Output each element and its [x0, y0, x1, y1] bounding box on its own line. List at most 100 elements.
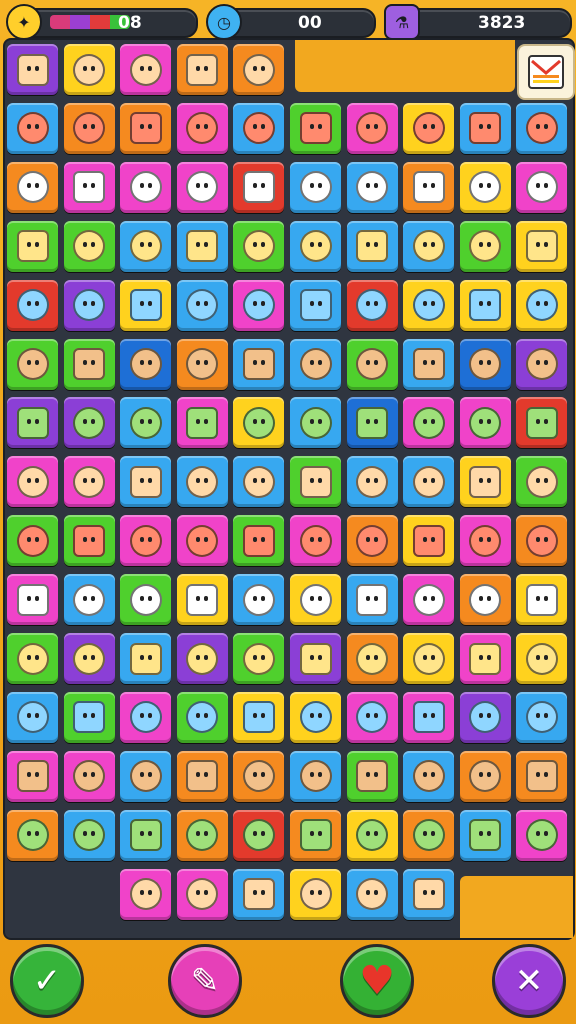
- board-tile[interactable]: [120, 691, 172, 743]
- board-tile[interactable]: [346, 397, 398, 449]
- board-tile[interactable]: [403, 809, 455, 861]
- board-tile[interactable]: [516, 161, 568, 213]
- board-tile[interactable]: [233, 44, 285, 95]
- board-tile[interactable]: [7, 809, 58, 861]
- board-tile[interactable]: [290, 515, 341, 567]
- board-tile[interactable]: [176, 338, 228, 390]
- board-tile[interactable]: [516, 338, 568, 390]
- board-tile[interactable]: [346, 750, 398, 802]
- board-tile[interactable]: [176, 397, 228, 449]
- board-tile[interactable]: [516, 750, 568, 802]
- board-tile[interactable]: [346, 220, 398, 272]
- board-tile[interactable]: [346, 102, 398, 154]
- board-tile[interactable]: [516, 279, 568, 331]
- board-tile[interactable]: [63, 809, 115, 861]
- close-button[interactable]: ✕: [492, 944, 566, 1018]
- board-tile[interactable]: [290, 574, 341, 626]
- board-tile[interactable]: [516, 633, 568, 684]
- board-tile[interactable]: [459, 102, 511, 154]
- board-tile[interactable]: [63, 750, 115, 802]
- board-tile[interactable]: [120, 574, 172, 626]
- board-tile[interactable]: [346, 515, 398, 567]
- board-tile[interactable]: [233, 515, 285, 567]
- board-tile[interactable]: [176, 102, 228, 154]
- board-tile[interactable]: [63, 397, 115, 449]
- board-tile[interactable]: [459, 397, 511, 449]
- board-tile[interactable]: [346, 809, 398, 861]
- board-tile[interactable]: [459, 809, 511, 861]
- board-tile[interactable]: [63, 456, 115, 508]
- board-tile[interactable]: [7, 220, 58, 272]
- board-tile[interactable]: [7, 44, 58, 95]
- board-tile[interactable]: [290, 750, 341, 802]
- board-tile[interactable]: [176, 279, 228, 331]
- board-tile[interactable]: [7, 102, 58, 154]
- board-tile[interactable]: [403, 691, 455, 743]
- board-tile[interactable]: [516, 220, 568, 272]
- board-tile[interactable]: [176, 809, 228, 861]
- board-tile[interactable]: [516, 809, 568, 861]
- board-tile[interactable]: [290, 868, 341, 920]
- board-tile[interactable]: [403, 338, 455, 390]
- board-tile[interactable]: [7, 515, 58, 567]
- board-tile[interactable]: [63, 161, 115, 213]
- board-tile[interactable]: [120, 338, 172, 390]
- board-tile[interactable]: [233, 456, 285, 508]
- board-tile[interactable]: [120, 220, 172, 272]
- board-tile[interactable]: [290, 220, 341, 272]
- board-tile[interactable]: [459, 574, 511, 626]
- board-tile[interactable]: [459, 220, 511, 272]
- board-tile[interactable]: [403, 456, 455, 508]
- board-tile[interactable]: [7, 161, 58, 213]
- board-tile[interactable]: [7, 574, 58, 626]
- board-tile[interactable]: [233, 338, 285, 390]
- board-tile[interactable]: [7, 691, 58, 743]
- board-tile[interactable]: [233, 397, 285, 449]
- board-tile[interactable]: [459, 338, 511, 390]
- board-tile[interactable]: [176, 44, 228, 95]
- board-tile[interactable]: [7, 397, 58, 449]
- board-tile[interactable]: [290, 338, 341, 390]
- board-tile[interactable]: [120, 397, 172, 449]
- board-tile[interactable]: [120, 750, 172, 802]
- board-tile[interactable]: [403, 161, 455, 213]
- board-tile[interactable]: [516, 102, 568, 154]
- board-tile[interactable]: [233, 220, 285, 272]
- board-tile[interactable]: [346, 691, 398, 743]
- board-tile[interactable]: [63, 574, 115, 626]
- board-tile[interactable]: [120, 279, 172, 331]
- board-tile[interactable]: [233, 574, 285, 626]
- board-tile[interactable]: [7, 279, 58, 331]
- board-tile[interactable]: [63, 633, 115, 684]
- board-tile[interactable]: [459, 456, 511, 508]
- menu-card-icon[interactable]: [517, 44, 575, 100]
- board-tile[interactable]: [63, 338, 115, 390]
- board-tile[interactable]: [233, 809, 285, 861]
- board-tile[interactable]: [63, 44, 115, 95]
- board-tile[interactable]: [346, 161, 398, 213]
- board-tile[interactable]: [176, 691, 228, 743]
- board-tile[interactable]: [403, 102, 455, 154]
- board-tile[interactable]: [233, 161, 285, 213]
- board-tile[interactable]: [63, 220, 115, 272]
- board-tile[interactable]: [120, 102, 172, 154]
- board-tile[interactable]: [176, 161, 228, 213]
- board-tile[interactable]: [459, 691, 511, 743]
- board-tile[interactable]: [120, 456, 172, 508]
- board-tile[interactable]: [346, 279, 398, 331]
- board-tile[interactable]: [120, 515, 172, 567]
- board-tile[interactable]: [403, 574, 455, 626]
- board-tile[interactable]: [233, 750, 285, 802]
- board-tile[interactable]: [346, 633, 398, 684]
- lives-button[interactable]: ♥: [340, 944, 414, 1018]
- board-tile[interactable]: [120, 633, 172, 684]
- board-tile[interactable]: [346, 338, 398, 390]
- board-tile[interactable]: [290, 633, 341, 684]
- board-tile[interactable]: [120, 868, 172, 920]
- board-tile[interactable]: [233, 279, 285, 331]
- board-tile[interactable]: [7, 750, 58, 802]
- board-tile[interactable]: [403, 515, 455, 567]
- board-tile[interactable]: [403, 633, 455, 684]
- board-tile[interactable]: [516, 691, 568, 743]
- board-tile[interactable]: [459, 515, 511, 567]
